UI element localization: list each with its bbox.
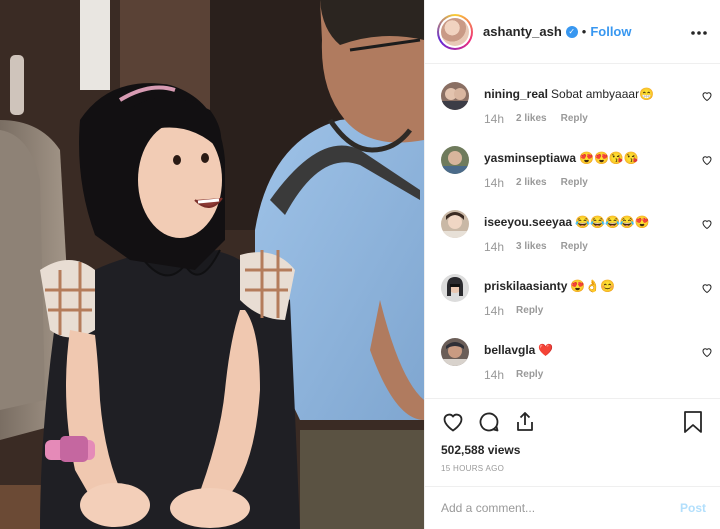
comment-time[interactable]: 14h (484, 240, 504, 254)
comment-item: nining_real Sobat ambyaaar😁 14h 2 likes R… (441, 64, 712, 128)
avatar-image (441, 274, 469, 302)
add-comment-bar: Post (425, 486, 720, 529)
comment-avatar[interactable] (441, 82, 469, 110)
comments-list[interactable]: nining_real Sobat ambyaaar😁 14h 2 likes R… (425, 64, 720, 398)
comment-avatar[interactable] (441, 274, 469, 302)
comment-item: yasminseptiawa 😍😍😘😘 14h 2 likes Reply (441, 128, 712, 192)
video-frame-illustration (0, 0, 424, 529)
comment-username[interactable]: yasminseptiawa (484, 151, 576, 165)
avatar-image (441, 146, 469, 174)
avatar-image (441, 210, 469, 238)
comment-body: ❤️ (538, 343, 554, 357)
view-count[interactable]: 502,588 views (441, 443, 704, 457)
reply-button[interactable]: Reply (516, 369, 543, 383)
post-header: ashanty_ash ✓ • Follow (425, 0, 720, 64)
share-icon[interactable] (513, 410, 537, 434)
avatar-image (441, 338, 469, 366)
comment-meta: 14h 3 likes Reply (484, 240, 588, 254)
reply-button[interactable]: Reply (561, 177, 588, 191)
post-video[interactable] (0, 0, 424, 529)
comment-body: 😂😂😂😂😍 (575, 215, 650, 229)
like-comment-heart-icon[interactable] (701, 218, 713, 230)
comment-body: 😍👌😊 (570, 279, 616, 293)
comment-likes[interactable]: 3 likes (516, 241, 547, 255)
post-comment-button[interactable]: Post (680, 501, 706, 515)
comment-text-line: yasminseptiawa 😍😍😘😘 (484, 150, 639, 166)
comment-avatar[interactable] (441, 338, 469, 366)
comment-meta: 14h Reply (484, 368, 543, 382)
comment-bubble-icon[interactable] (477, 410, 501, 434)
comment-text-line: priskilaasianty 😍👌😊 (484, 278, 615, 294)
author-avatar-image (441, 17, 469, 46)
header-separator: • (581, 24, 587, 39)
comment-avatar[interactable] (441, 146, 469, 174)
comment-meta: 14h Reply (484, 304, 543, 318)
like-comment-heart-icon[interactable] (701, 282, 713, 294)
comment-text-line: nining_real Sobat ambyaaar😁 (484, 86, 654, 102)
follow-button[interactable]: Follow (590, 24, 631, 39)
author-avatar-inner (439, 15, 471, 48)
reply-button[interactable]: Reply (561, 113, 588, 127)
comment-text-line: bellavgla ❤️ (484, 342, 553, 358)
save-bookmark-icon[interactable] (682, 410, 704, 434)
post-timestamp[interactable]: 15 HOURS AGO (441, 464, 704, 473)
ellipsis-icon (691, 30, 707, 35)
comment-username[interactable]: nining_real (484, 87, 548, 101)
comment-username[interactable]: iseeyou.seeyaa (484, 215, 572, 229)
comment-item: iseeyou.seeyaa 😂😂😂😂😍 14h 3 likes Reply (441, 192, 712, 256)
comment-avatar[interactable] (441, 210, 469, 238)
comment-text-line: iseeyou.seeyaa 😂😂😂😂😍 (484, 214, 650, 230)
comment-input[interactable] (441, 501, 680, 515)
comment-item: priskilaasianty 😍👌😊 14h Reply (441, 256, 712, 320)
comment-likes[interactable]: 2 likes (516, 177, 547, 191)
comment-time[interactable]: 14h (484, 176, 504, 190)
like-comment-heart-icon[interactable] (701, 154, 713, 166)
comment-meta: 14h 2 likes Reply (484, 112, 588, 126)
like-comment-heart-icon[interactable] (701, 346, 713, 358)
more-options-icon[interactable] (690, 23, 708, 41)
post-actions: 502,588 views 15 HOURS AGO (425, 398, 720, 486)
author-username[interactable]: ashanty_ash (483, 24, 562, 39)
action-icons-row (441, 407, 704, 437)
comment-likes[interactable]: 2 likes (516, 113, 547, 127)
reply-button[interactable]: Reply (516, 305, 543, 319)
comment-time[interactable]: 14h (484, 368, 504, 382)
comment-username[interactable]: priskilaasianty (484, 279, 567, 293)
verified-badge-icon: ✓ (565, 25, 578, 38)
comment-time[interactable]: 14h (484, 112, 504, 126)
comment-body: Sobat ambyaaar😁 (551, 87, 655, 101)
like-heart-icon[interactable] (441, 410, 465, 434)
like-comment-heart-icon[interactable] (701, 90, 713, 102)
avatar-image (441, 82, 469, 110)
comment-username[interactable]: bellavgla (484, 343, 535, 357)
reply-button[interactable]: Reply (561, 241, 588, 255)
comment-body: 😍😍😘😘 (579, 151, 639, 165)
post-panel: ashanty_ash ✓ • Follow nining_real Sobat … (424, 0, 720, 529)
comment-meta: 14h 2 likes Reply (484, 176, 588, 190)
comment-item: bellavgla ❤️ 14h Reply (441, 320, 712, 384)
comment-time[interactable]: 14h (484, 304, 504, 318)
author-avatar[interactable] (437, 13, 473, 50)
